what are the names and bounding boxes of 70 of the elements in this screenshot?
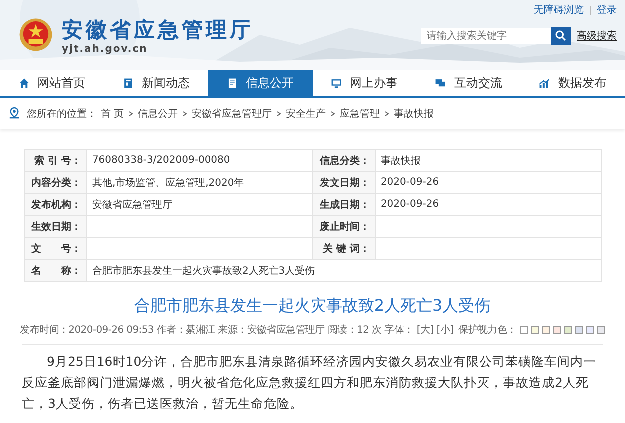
nav-tab[interactable]: 互动交流 [416,70,521,96]
nav-tab[interactable]: 数据发布 [520,70,625,96]
field-label: 索 引 号： [24,150,87,172]
field-label: 信息分类： [312,150,376,172]
breadcrumb-link[interactable]: 信息公开 [138,106,178,120]
article-meta: 作者：綦湘江 [157,324,216,337]
breadcrumb-link[interactable]: 安徽省应急管理厅 [192,106,272,120]
field-value: 2020-09-26 [375,172,601,194]
breadcrumb-label: 您所在的位置： [27,108,97,120]
field-label: 发布机构： [24,194,87,216]
monitor-icon [331,78,342,88]
nav-tab[interactable]: 信息公开 [208,70,313,96]
nav-tab[interactable]: 新闻动态 [104,70,208,96]
eye-color-label: 保护视力色： [458,324,517,337]
chevron-icon [330,110,336,116]
color-swatch[interactable] [552,326,561,334]
nav-tab[interactable]: 网上办事 [312,70,417,96]
article-body: 9月25日16时10分许，合肥市肥东县清泉路循环经济园内安徽久易农业有限公司苯磺隆车间内一反应釜底部阀门泄漏爆燃，明火被省危化应急救援红四方和肥东消防救援大队扑灭，事故造成2人死亡，3人受伤，伤者已送医救治，暂无生命危险。 [22,353,598,413]
field-value: 事故快报 [375,150,601,172]
header-link[interactable]: 登录 [597,3,617,17]
field-value: 合肥市肥东县发生一起火灾事故致2人死亡3人受伤 [86,260,601,282]
search-field[interactable]: 请输入搜索关键字 [421,28,551,44]
field-label: 内容分类： [24,172,87,194]
chat-icon [435,78,446,88]
field-value: 安徽省应急管理厅 [86,194,313,216]
search-icon [555,30,567,42]
article-meta: 发布时间：2020-09-26 09:53 [20,324,154,337]
nav-tab[interactable]: 网站首页 [0,70,104,96]
article-title: 合肥市肥东县发生一起火灾事故致2人死亡3人受伤 [133,296,492,317]
field-value: 2020-09-26 [375,194,601,216]
color-swatch[interactable] [530,326,539,334]
field-value: 其他,市场监管、应急管理,2020年 [86,172,313,194]
advanced-search-link[interactable]: 高级搜索 [577,29,617,43]
field-label: 生效日期： [24,216,87,238]
chevron-icon [384,110,390,116]
chevron-icon [182,110,188,116]
location-icon [9,107,20,120]
header-link[interactable]: 无障碍浏览 [534,3,584,17]
font-size-label: 字体： [384,324,414,337]
field-label: 名 称： [24,260,87,282]
color-swatch[interactable] [574,326,583,334]
breadcrumb-link[interactable]: 安全生产 [286,106,326,120]
color-swatch[interactable] [596,326,605,334]
field-label: 关 键 词： [312,238,376,260]
breadcrumb-link[interactable]: 首 页 [101,106,124,120]
color-swatch[interactable] [564,326,572,334]
font-size-link[interactable]: [大] [416,323,434,337]
font-size-link[interactable]: [小] [436,323,454,337]
color-swatch[interactable] [542,326,550,334]
document-icon [226,78,238,88]
field-label: 生成日期： [312,194,376,216]
chevron-icon [128,110,134,116]
home-icon [18,78,30,88]
field-value: 76080338-3/202009-00080 [86,150,313,172]
article-meta: 阅读：12 次 [328,324,382,337]
breadcrumb-link[interactable]: 应急管理 [340,106,380,120]
emblem-icon [18,17,54,53]
field-label: 文 号： [24,238,87,260]
newspaper-icon [122,78,134,88]
color-swatch[interactable] [520,326,528,334]
search-button[interactable] [551,27,571,45]
site-title: 安徽省应急管理厅 [62,16,254,44]
chevron-icon [276,110,282,116]
color-swatch[interactable] [586,326,594,334]
article-meta: 来源：安徽省应急管理厅 [218,324,325,337]
breadcrumb-link[interactable]: 事故快报 [394,106,434,120]
field-label: 废止时间： [312,216,376,238]
chart-icon [539,78,550,88]
site-domain: yjt.ah.gov.cn [62,44,149,54]
field-label: 发文日期： [312,172,376,194]
